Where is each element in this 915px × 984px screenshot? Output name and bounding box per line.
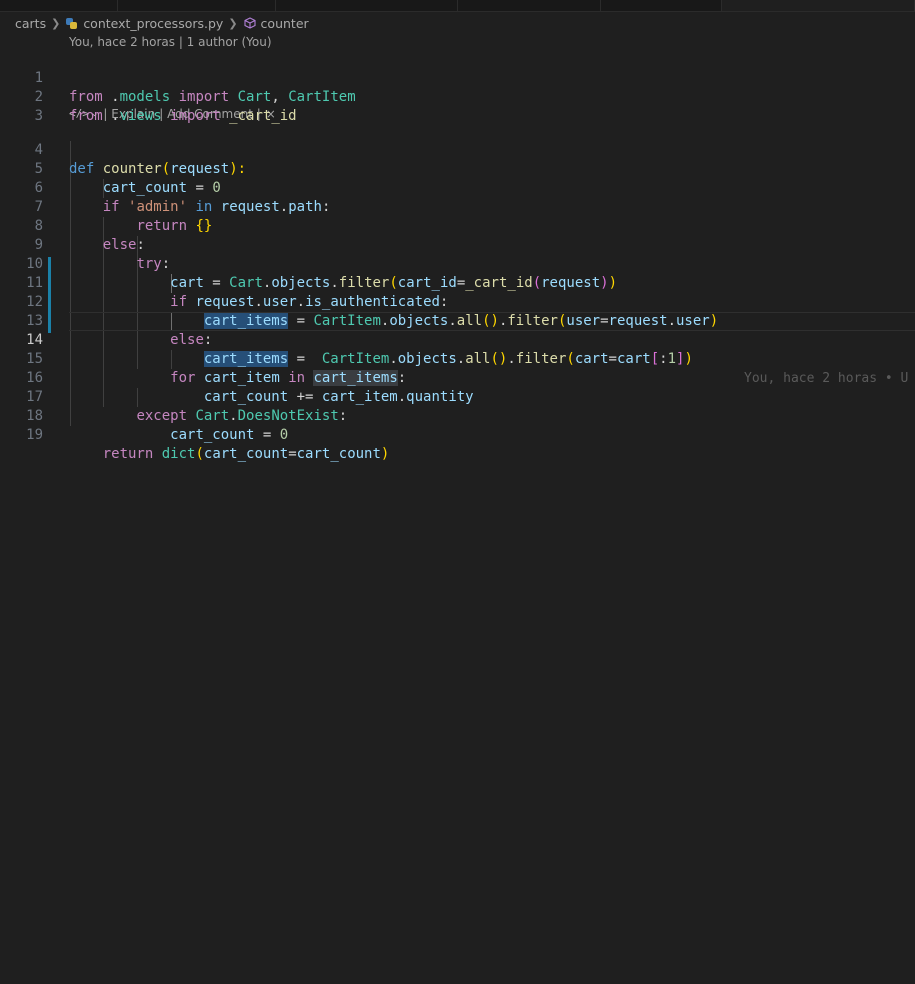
chevron-right-icon: ❯: [51, 16, 61, 30]
code-line[interactable]: 12 cart_items = CartItem.objects.all().f…: [0, 274, 915, 329]
breadcrumb-symbol[interactable]: counter: [261, 16, 309, 31]
code-line-current[interactable]: 14 cart_items = CartItem.objects.all().f…: [0, 312, 915, 386]
tab-bar: [0, 0, 915, 12]
editor-tab[interactable]: [458, 0, 601, 11]
code-line[interactable]: 8 else:: [0, 198, 915, 253]
editor-tab[interactable]: [276, 0, 458, 11]
editor-tab[interactable]: [0, 0, 118, 11]
code-line[interactable]: 1 from .models import Cart, CartItem: [0, 50, 915, 105]
code-line[interactable]: 4 def counter(request):: [0, 122, 915, 177]
editor-tab[interactable]: [118, 0, 276, 11]
editor-tab[interactable]: [601, 0, 722, 11]
code-line[interactable]: 5 cart_count = 0: [0, 141, 915, 196]
code-line[interactable]: 19 return dict(cart_count=cart_count): [0, 407, 915, 462]
code-line[interactable]: 17 except Cart.DoesNotExist:: [0, 369, 915, 424]
code-line[interactable]: 10 cart = Cart.objects.filter(cart_id=_c…: [0, 236, 915, 291]
code-line[interactable]: 18 cart_count = 0: [0, 388, 915, 443]
code-line[interactable]: 9 try:: [0, 217, 915, 272]
code-line[interactable]: 13 else:: [0, 293, 915, 348]
editor-tab-active[interactable]: [722, 0, 915, 11]
git-blame-codelens[interactable]: You, hace 2 horas | 1 author (You): [69, 34, 272, 50]
code-line[interactable]: 3: [0, 88, 915, 124]
code-line[interactable]: 2 from .views import _cart_id: [0, 69, 915, 124]
breadcrumb: carts ❯ context_processors.py ❯ counter: [15, 13, 309, 33]
method-cube-icon: [243, 17, 256, 29]
code-line[interactable]: 6 if 'admin' in request.path:: [0, 160, 915, 215]
breadcrumb-folder[interactable]: carts: [15, 16, 46, 31]
code-line[interactable]: 16 cart_count += cart_item.quantity: [0, 350, 915, 405]
python-file-icon: [66, 17, 78, 29]
breadcrumb-file[interactable]: context_processors.py: [83, 16, 223, 31]
code-line[interactable]: 15 for cart_item in cart_items:: [0, 331, 915, 386]
code-line[interactable]: 7 return {}: [0, 179, 915, 234]
chevron-right-icon: ❯: [228, 16, 238, 30]
line-number: 19: [26, 427, 43, 443]
code-line[interactable]: 11 if request.user.is_authenticated:: [0, 255, 915, 310]
